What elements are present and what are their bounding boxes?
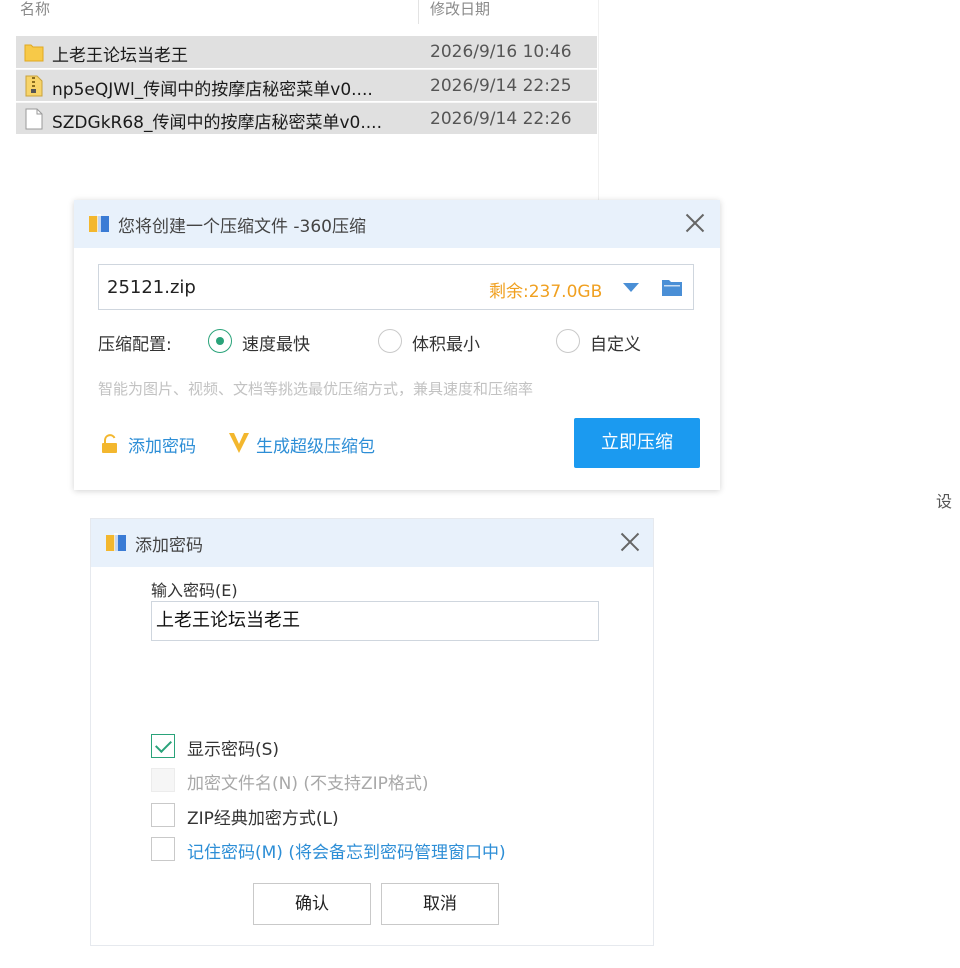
compress-hint: 智能为图片、视频、文档等挑选最优压缩方式，兼具速度和压缩率 (98, 380, 534, 398)
v-badge-icon (229, 433, 249, 453)
file-explorer-list: 名称 修改日期 上老王论坛当老王 2026/9/16 10:46 np5eQJW… (0, 0, 600, 200)
360-compress-app-icon (89, 214, 109, 232)
compress-now-button[interactable]: 立即压缩 (574, 418, 700, 468)
column-edge (598, 0, 599, 200)
checkbox[interactable] (151, 803, 175, 827)
column-divider[interactable] (418, 0, 419, 24)
checkbox-label: ZIP经典加密方式(L) (187, 809, 339, 829)
close-icon[interactable] (617, 529, 643, 555)
file-date: 2026/9/14 22:26 (430, 109, 572, 129)
radio-fastest[interactable]: 速度最快 (208, 328, 328, 355)
column-name-header[interactable]: 名称 (20, 0, 50, 19)
password-input-label: 输入密码(E) (151, 581, 238, 600)
zip-icon (25, 75, 43, 97)
radio-button-selected[interactable] (208, 329, 232, 353)
radio-button[interactable] (556, 329, 580, 353)
file-name: SZDGkR68_传闻中的按摩店秘密菜单v0.... (52, 113, 382, 133)
dialog-title: 添加密码 (135, 536, 203, 556)
add-password-label: 添加密码 (128, 437, 196, 457)
chevron-down-icon[interactable] (623, 283, 639, 292)
close-icon[interactable] (682, 210, 708, 236)
free-space-label: 剩余:237.0GB (489, 282, 603, 302)
password-input[interactable]: 上老王论坛当老王 (151, 601, 599, 641)
360-compress-app-icon (106, 533, 126, 551)
checkbox-checked[interactable] (151, 734, 175, 758)
dialog-title: 您将创建一个压缩文件 -360压缩 (118, 217, 366, 237)
document-icon (25, 108, 43, 130)
folder-icon (24, 44, 44, 62)
add-password-dialog: 添加密码 输入密码(E) 上老王论坛当老王 显示密码(S) 加密文件名(N) (… (90, 518, 654, 946)
file-row[interactable]: 上老王论坛当老王 2026/9/16 10:46 (16, 36, 597, 68)
dialog-title-bar[interactable]: 添加密码 (91, 519, 653, 567)
radio-label: 体积最小 (412, 335, 480, 355)
checkbox[interactable] (151, 837, 175, 861)
checkbox-label: 加密文件名(N) (不支持ZIP格式) (187, 774, 429, 794)
column-header: 名称 修改日期 (0, 0, 600, 24)
file-name: 上老王论坛当老王 (52, 46, 188, 66)
show-password-checkbox[interactable]: 显示密码(S) (151, 733, 351, 760)
radio-label: 速度最快 (242, 335, 310, 355)
file-name: np5eQJWl_传闻中的按摩店秘密菜单v0.... (52, 80, 373, 100)
confirm-button[interactable]: 确认 (253, 883, 371, 925)
archive-path-field[interactable]: 25121.zip 剩余:237.0GB (98, 264, 694, 310)
zip-classic-encryption-checkbox[interactable]: ZIP经典加密方式(L) (151, 802, 391, 829)
radio-smallest[interactable]: 体积最小 (378, 328, 498, 355)
radio-custom[interactable]: 自定义 (556, 328, 666, 355)
unlock-icon (102, 434, 117, 453)
super-package-link[interactable]: 生成超级压缩包 (228, 432, 398, 457)
super-package-label: 生成超级压缩包 (256, 437, 375, 457)
file-date: 2026/9/16 10:46 (430, 42, 572, 62)
column-modified-header[interactable]: 修改日期 (430, 0, 490, 19)
create-archive-dialog: 您将创建一个压缩文件 -360压缩 25121.zip 剩余:237.0GB 压… (74, 200, 720, 490)
file-row[interactable]: np5eQJWl_传闻中的按摩店秘密菜单v0.... 2026/9/14 22:… (16, 69, 597, 101)
checkbox-label: 显示密码(S) (187, 740, 280, 760)
cancel-button[interactable]: 取消 (381, 883, 499, 925)
dialog-title-bar[interactable]: 您将创建一个压缩文件 -360压缩 (74, 200, 720, 248)
edge-text: 设 (936, 492, 953, 511)
radio-button[interactable] (378, 329, 402, 353)
remember-password-checkbox[interactable]: 记住密码(M) (将会备忘到密码管理窗口中) (151, 836, 571, 863)
archive-path-value[interactable]: 25121.zip (107, 277, 196, 298)
checkbox-label: 记住密码(M) (将会备忘到密码管理窗口中) (187, 843, 506, 863)
encrypt-filename-checkbox: 加密文件名(N) (不支持ZIP格式) (151, 767, 491, 794)
add-password-link[interactable]: 添加密码 (100, 432, 210, 457)
checkbox-disabled (151, 768, 175, 792)
file-row[interactable]: SZDGkR68_传闻中的按摩店秘密菜单v0.... 2026/9/14 22:… (16, 102, 597, 134)
radio-label: 自定义 (590, 335, 641, 355)
file-date: 2026/9/14 22:25 (430, 76, 572, 96)
browse-folder-icon[interactable] (661, 277, 683, 297)
compress-config-label: 压缩配置: (98, 335, 172, 355)
